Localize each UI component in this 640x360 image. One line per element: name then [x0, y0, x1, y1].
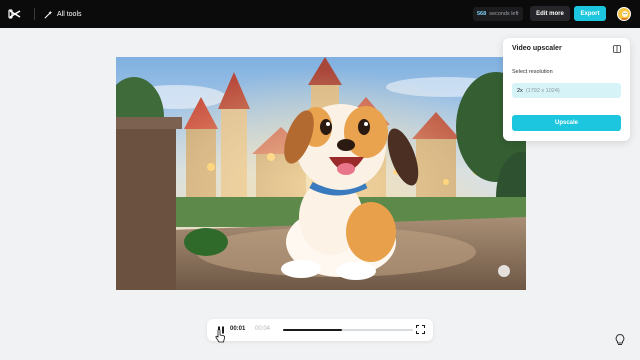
- all-tools-button[interactable]: All tools: [44, 6, 82, 22]
- credits-suffix: seconds left: [489, 11, 519, 17]
- panel-toggle-icon[interactable]: [613, 45, 621, 53]
- panel-title: Video upscaler: [512, 45, 562, 52]
- resolution-dims: (1792 x 1024): [525, 87, 560, 94]
- avatar[interactable]: [617, 7, 631, 21]
- upscale-button[interactable]: Upscale: [512, 115, 621, 131]
- progress-track[interactable]: [283, 329, 413, 331]
- capcut-logo-icon[interactable]: [8, 7, 22, 21]
- magic-wand-icon: [44, 10, 53, 18]
- player-controls: 00:01 00:04: [207, 319, 433, 341]
- cursor-icon: [215, 329, 225, 343]
- progress-fill: [283, 329, 342, 331]
- total-time: 00:04: [255, 326, 271, 332]
- resolution-scale: 2x: [517, 87, 523, 94]
- lightbulb-icon[interactable]: [613, 333, 627, 347]
- header-divider: [34, 8, 35, 20]
- top-bar: All tools 568 seconds left Edit more Exp…: [0, 0, 640, 28]
- credits-value: 568: [477, 11, 487, 17]
- credits-badge: 568 seconds left: [473, 7, 523, 21]
- export-button[interactable]: Export: [574, 6, 606, 21]
- edit-more-button[interactable]: Edit more: [530, 6, 570, 21]
- fullscreen-icon[interactable]: [416, 325, 425, 334]
- current-time: 00:01: [230, 326, 246, 332]
- video-upscaler-panel: Video upscaler Select resolution 2x (179…: [503, 38, 630, 141]
- video-preview[interactable]: [116, 57, 526, 290]
- resolution-select[interactable]: 2x (1792 x 1024): [512, 83, 621, 98]
- select-resolution-label: Select resolution: [512, 69, 553, 75]
- all-tools-label: All tools: [57, 10, 82, 18]
